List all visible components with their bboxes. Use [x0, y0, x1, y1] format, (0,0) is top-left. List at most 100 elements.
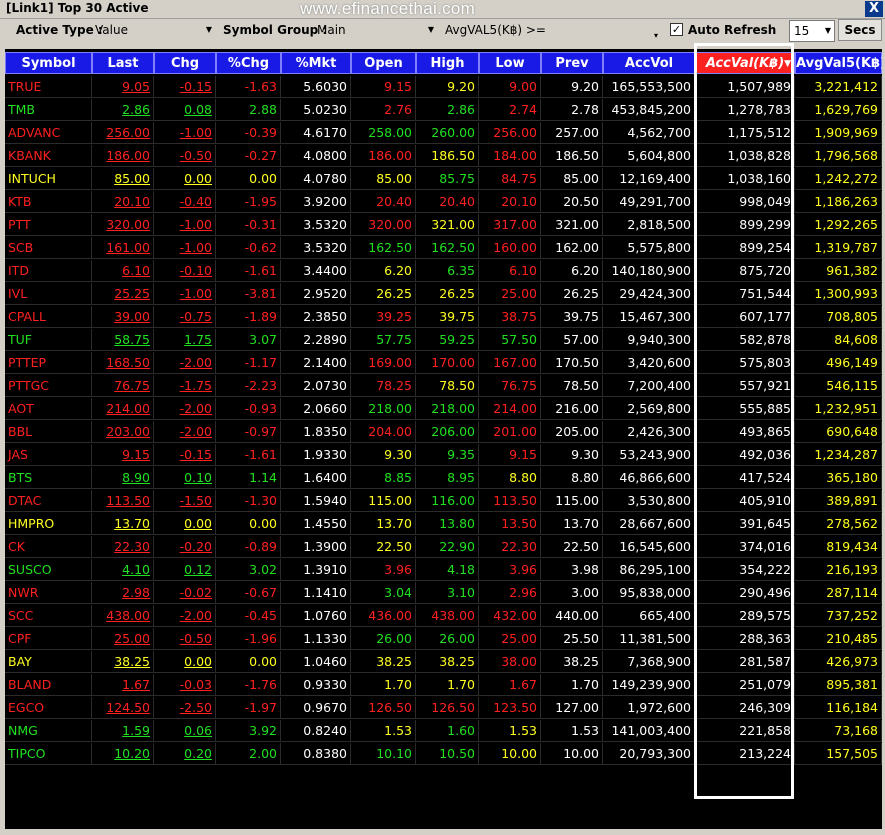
cell-chg: -0.40	[154, 191, 216, 213]
cell-symbol: DTAC	[5, 490, 92, 512]
cell-last: 161.00	[92, 237, 154, 259]
table-row[interactable]: SCC 438.00 -2.00 -0.45 1.0760 436.00 438.00 432…	[5, 605, 882, 628]
cell-accval-k: 289,575	[695, 605, 795, 627]
table-row[interactable]: CK 22.30 -0.20 -0.89 1.3900 22.50 22.90 22.30 22…	[5, 536, 882, 559]
cell-chg: -1.63	[216, 76, 281, 98]
cell-avgval5-k: 365,180	[795, 467, 882, 489]
table-row[interactable]: EGCO 124.50 -2.50 -1.97 0.9670 126.50 126.50 12…	[5, 697, 882, 720]
column-header-high[interactable]: High	[416, 52, 479, 74]
table-row[interactable]: PTT 320.00 -1.00 -0.31 3.5320 320.00 321.00 317…	[5, 214, 882, 237]
table-row[interactable]: SCB 161.00 -1.00 -0.62 3.5320 162.50 162.50 160…	[5, 237, 882, 260]
cell-chg: -0.62	[216, 237, 281, 259]
table-row[interactable]: NWR 2.98 -0.02 -0.67 1.1410 3.04 3.10 2.96 3.00 9…	[5, 582, 882, 605]
cell-avgval5-k: 1,300,993	[795, 283, 882, 305]
cell-mkt: 3.5320	[281, 237, 351, 259]
table-row[interactable]: BTS 8.90 0.10 1.14 1.6400 8.85 8.95 8.80 8.80 46,…	[5, 467, 882, 490]
cell-accval-k: 575,803	[695, 352, 795, 374]
cell-mkt: 3.5320	[281, 214, 351, 236]
cell-symbol: NWR	[5, 582, 92, 604]
cell-accval-k: 405,910	[695, 490, 795, 512]
cell-accval-k: 1,038,828	[695, 145, 795, 167]
column-header-mkt[interactable]: %Mkt	[281, 52, 351, 74]
cell-accvol: 95,838,000	[603, 582, 695, 604]
table-row[interactable]: SUSCO 4.10 0.12 3.02 1.3910 3.96 4.18 3.96 3.98 8…	[5, 559, 882, 582]
column-header-chg[interactable]: Chg	[154, 52, 216, 74]
cell-symbol: TRUE	[5, 76, 92, 98]
cell-chg: -1.00	[154, 122, 216, 144]
table-row[interactable]: PTTEP 168.50 -2.00 -1.17 2.1400 169.00 170.00 1…	[5, 352, 882, 375]
cell-avgval5-k: 546,115	[795, 375, 882, 397]
table-row[interactable]: NMG 1.59 0.06 3.92 0.8240 1.53 1.60 1.53 1.53 141…	[5, 720, 882, 743]
table-row[interactable]: IVL 25.25 -1.00 -3.81 2.9520 26.25 26.25 25.00 2…	[5, 283, 882, 306]
table-row[interactable]: TIPCO 10.20 0.20 2.00 0.8380 10.10 10.50 10.00 1…	[5, 743, 882, 766]
cell-last: 124.50	[92, 697, 154, 719]
table-row[interactable]: DTAC 113.50 -1.50 -1.30 1.5940 115.00 116.00 11…	[5, 490, 882, 513]
column-header-last[interactable]: Last	[92, 52, 154, 74]
table-row[interactable]: INTUCH 85.00 0.00 0.00 4.0780 85.00 85.75 84.75…	[5, 168, 882, 191]
secs-button[interactable]: Secs	[838, 19, 882, 41]
cell-accvol: 3,420,600	[603, 352, 695, 374]
cell-chg: 0.00	[216, 651, 281, 673]
spin-down-icon[interactable]: ▾	[654, 27, 658, 45]
cell-chg: -1.00	[154, 237, 216, 259]
table-row[interactable]: CPF 25.00 -0.50 -1.96 1.1330 26.00 26.00 25.00 2…	[5, 628, 882, 651]
cell-mkt: 4.0780	[281, 168, 351, 190]
cell-low: 2.74	[479, 99, 541, 121]
cell-low: 20.10	[479, 191, 541, 213]
column-header-accval-k[interactable]: AccVal(K฿) ▼	[695, 52, 795, 74]
cell-open: 258.00	[351, 122, 416, 144]
table-row[interactable]: AOT 214.00 -2.00 -0.93 2.0660 218.00 218.00 214…	[5, 398, 882, 421]
close-button[interactable]: X	[865, 1, 883, 17]
cell-accvol: 7,200,400	[603, 375, 695, 397]
symbol-group-select[interactable]: Main ▼	[313, 21, 437, 39]
cell-low: 432.00	[479, 605, 541, 627]
column-header-chg[interactable]: %Chg	[216, 52, 281, 74]
table-row[interactable]: CPALL 39.00 -0.75 -1.89 2.3850 39.25 39.75 38.7…	[5, 306, 882, 329]
toolbar: Active Type : Value ▼ Symbol Group : Mai…	[0, 19, 885, 43]
interval-select[interactable]: 15 ▼	[789, 20, 835, 42]
table-row[interactable]: KBANK 186.00 -0.50 -0.27 4.0800 186.00 186.50 1…	[5, 145, 882, 168]
cell-chg: -0.15	[154, 76, 216, 98]
table-row[interactable]: ITD 6.10 -0.10 -1.61 3.4400 6.20 6.35 6.10 6.20 1…	[5, 260, 882, 283]
cell-open: 9.30	[351, 444, 416, 466]
table-row[interactable]: TUF 58.75 1.75 3.07 2.2890 57.75 59.25 57.50 57.…	[5, 329, 882, 352]
avgval-filter-field[interactable]: AvgVAL5(K฿) >= ▾	[441, 21, 661, 40]
column-header-prev[interactable]: Prev	[541, 52, 603, 74]
cell-prev: 85.00	[541, 168, 603, 190]
cell-last: 214.00	[92, 398, 154, 420]
table-row[interactable]: ADVANC 256.00 -1.00 -0.39 4.6170 258.00 260.00…	[5, 122, 882, 145]
cell-mkt: 3.9200	[281, 191, 351, 213]
cell-mkt: 2.0730	[281, 375, 351, 397]
auto-refresh-checkbox[interactable]: ✓	[670, 23, 683, 36]
cell-mkt: 1.0760	[281, 605, 351, 627]
table-row[interactable]: TRUE 9.05 -0.15 -1.63 5.6030 9.15 9.20 9.00 9.20…	[5, 76, 882, 99]
cell-accval-k: 290,496	[695, 582, 795, 604]
column-header-low[interactable]: Low	[479, 52, 541, 74]
table-row[interactable]: TMB 2.86 0.08 2.88 5.0230 2.76 2.86 2.74 2.78 453…	[5, 99, 882, 122]
cell-prev: 3.98	[541, 559, 603, 581]
cell-last: 20.10	[92, 191, 154, 213]
cell-low: 9.15	[479, 444, 541, 466]
table-row[interactable]: JAS 9.15 -0.15 -1.61 1.9330 9.30 9.35 9.15 9.30 5…	[5, 444, 882, 467]
table-row[interactable]: PTTGC 76.75 -1.75 -2.23 2.0730 78.25 78.50 76.7…	[5, 375, 882, 398]
active-type-select[interactable]: Value ▼	[91, 21, 215, 39]
table-row[interactable]: KTB 20.10 -0.40 -1.95 3.9200 20.40 20.40 20.10 2…	[5, 191, 882, 214]
column-header-symbol[interactable]: Symbol	[5, 52, 92, 74]
column-header-avgval5-k[interactable]: AvgVal5(K฿)	[795, 52, 882, 74]
cell-chg: 3.02	[216, 559, 281, 581]
table-row[interactable]: BAY 38.25 0.00 0.00 1.0460 38.25 38.25 38.00 38.…	[5, 651, 882, 674]
cell-symbol: BLAND	[5, 674, 92, 696]
table-row[interactable]: BBL 203.00 -2.00 -0.97 1.8350 204.00 206.00 201…	[5, 421, 882, 444]
column-header-accvol[interactable]: AccVol	[603, 52, 695, 74]
table-row[interactable]: HMPRO 13.70 0.00 0.00 1.4550 13.70 13.80 13.50 1…	[5, 513, 882, 536]
cell-chg: -2.00	[154, 398, 216, 420]
cell-high: 438.00	[416, 605, 479, 627]
cell-chg: -0.03	[154, 674, 216, 696]
cell-symbol: PTT	[5, 214, 92, 236]
column-header-open[interactable]: Open	[351, 52, 416, 74]
auto-refresh-label: Auto Refresh	[688, 23, 777, 37]
cell-chg: -1.61	[216, 260, 281, 282]
cell-chg: -1.00	[154, 214, 216, 236]
cell-last: 4.10	[92, 559, 154, 581]
table-row[interactable]: BLAND 1.67 -0.03 -1.76 0.9330 1.70 1.70 1.67 1.7…	[5, 674, 882, 697]
